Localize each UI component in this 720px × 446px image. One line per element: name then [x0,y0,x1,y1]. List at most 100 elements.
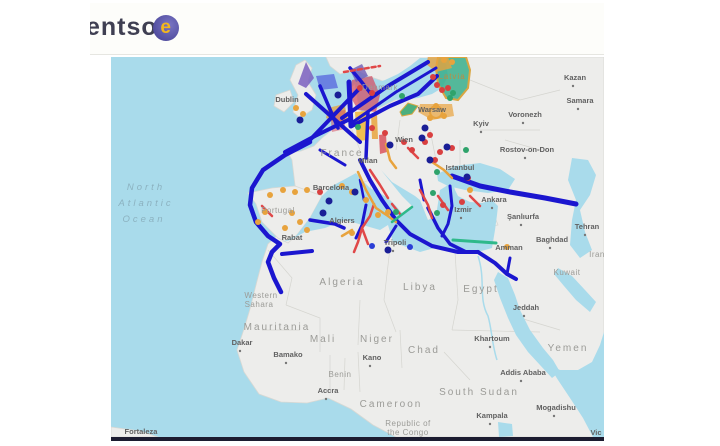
map-marker [375,212,381,218]
city-dot [572,85,574,87]
map-label: Baghdad [536,235,569,244]
city-dot [520,380,522,382]
water-body [498,422,513,437]
map-marker [427,157,434,164]
map-marker [450,90,456,96]
map-label: Şanlıurfa [507,212,540,221]
map-marker [434,169,440,175]
map-marker [382,130,388,136]
map-label: Warsaw [418,105,446,114]
city-dot [392,250,394,252]
map-label: Bamako [273,350,303,359]
map-marker [280,187,286,193]
map-canvas[interactable]: North Atlantic Ocean France Denmark Latvia Dub… [111,57,604,437]
map-label: Voronezh [508,110,542,119]
map-marker [297,219,303,225]
map-marker [440,202,446,208]
map-marker [387,142,394,149]
entsoe-logo: entso e [90,13,179,42]
map-label: Denmark [362,83,398,92]
map-marker [441,57,447,63]
city-dot [285,362,287,364]
map-marker [464,174,471,181]
map-label: France [320,148,363,159]
map-label: Mauritania [244,322,311,333]
map-label: Republic of [385,419,431,428]
map-label: Rostov-on-Don [500,145,555,154]
map-marker [335,92,342,99]
map-label: Ocean [123,214,166,225]
map-label: Addis Ababa [500,368,546,377]
map-marker [293,105,299,111]
map-label: Kazan [564,73,587,82]
map-label: Izmir [454,205,472,214]
map-label: Latvia [438,72,465,81]
map-marker [304,227,310,233]
map-label: Western [244,291,277,300]
map-label: Accra [318,386,340,395]
city-dot [489,346,491,348]
map-label: South Sudan [439,387,519,398]
map-marker [326,198,333,205]
map-marker [449,59,455,65]
city-dot [325,398,327,400]
city-dot [549,247,551,249]
map-label: Atlantic [117,198,173,209]
city-dot [523,315,525,317]
transmission-line [366,112,368,158]
map-label: Chad [408,345,440,356]
map-marker [393,209,399,215]
city-dot [491,207,493,209]
map-marker [255,219,261,225]
map-marker [385,209,391,215]
map-label: Benin [329,370,352,379]
map-marker [430,190,436,196]
map-label: North [127,182,165,193]
map-label: Dublin [275,95,299,104]
map-label: Mali [310,334,336,345]
grid-map: North Atlantic Ocean France Denmark Latvia Dub… [111,57,604,437]
map-marker [282,225,288,231]
map-marker [363,197,369,203]
city-dot [239,350,241,352]
map-marker [444,144,451,151]
map-label: Kano [363,353,382,362]
map-label: Ankara [481,195,507,204]
map-marker [297,117,304,124]
map-marker [447,95,453,101]
city-dot [553,415,555,417]
map-label: Mogadishu [536,403,576,412]
map-marker [445,85,451,91]
map-marker [467,187,473,193]
map-label: the Congo [387,428,428,437]
map-label: Iran [589,250,604,259]
map-label: Portugal [261,206,295,215]
map-label: Tripoli [384,238,407,247]
map-label: Egypt [463,284,499,295]
map-marker [407,244,413,250]
map-marker [422,125,429,132]
map-label: Istanbul [446,163,475,172]
map-label: Wien [395,135,413,144]
map-marker [320,210,327,217]
city-dot [369,365,371,367]
map-label: Sahara [245,300,274,309]
map-label: Yemen [548,343,589,354]
map-label: Vic [590,428,601,437]
map-marker [439,87,445,93]
map-label: Tehran [575,222,600,231]
map-marker [304,187,310,193]
map-label: Fortaleza [125,427,159,436]
map-marker [430,74,436,80]
map-marker [434,210,440,216]
map-label: Barcelona [313,183,350,192]
city-dot [577,108,579,110]
map-label: Niger [360,334,394,345]
map-marker [399,93,405,99]
city-dot [460,217,462,219]
map-label: Algeria [319,277,364,288]
city-dot [489,423,491,425]
city-dot [520,224,522,226]
map-marker [437,149,443,155]
map-marker [369,243,375,249]
